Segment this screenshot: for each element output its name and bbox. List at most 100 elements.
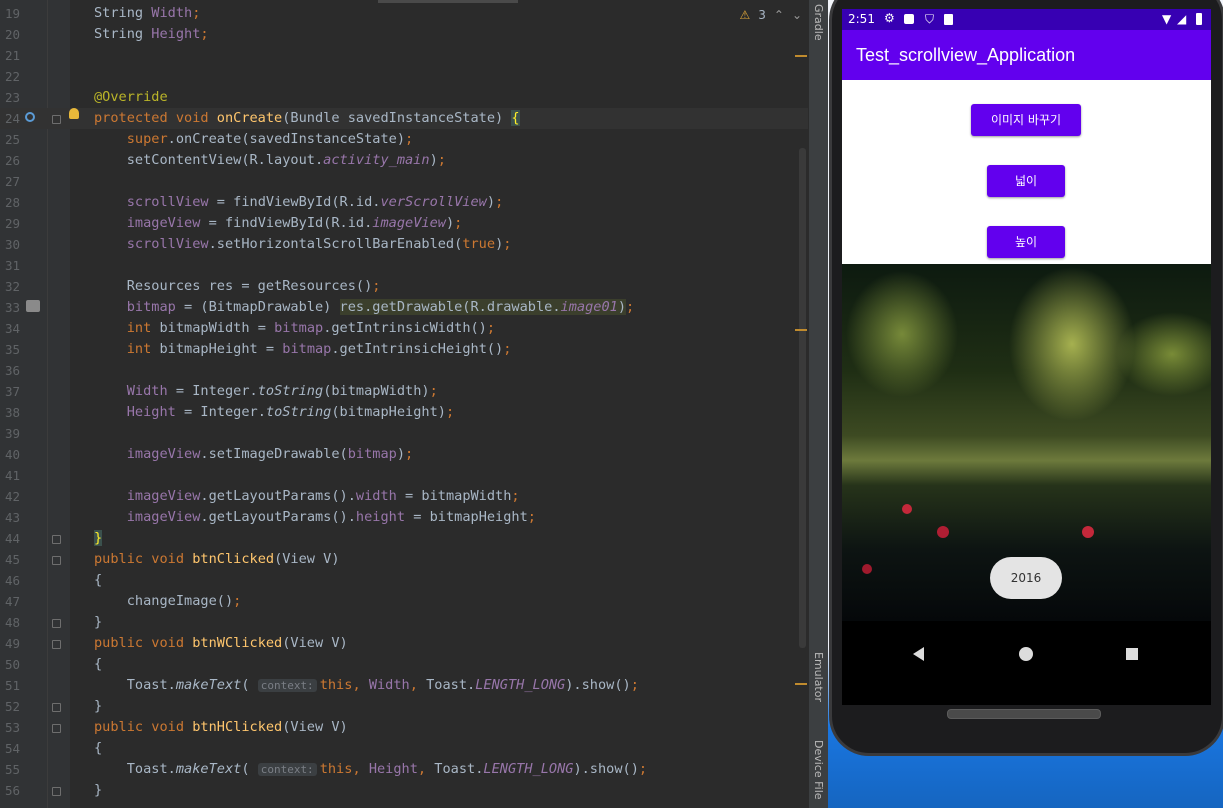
code-line[interactable]: 46 { xyxy=(0,570,808,591)
code-token: , xyxy=(352,677,369,693)
code-token: .getLayoutParams(). xyxy=(200,488,356,504)
device-file-tab[interactable]: Device File xyxy=(812,740,825,800)
intention-bulb-icon[interactable] xyxy=(69,108,79,119)
code-text: scrollView.setHorizontalScrollBarEnabled… xyxy=(94,234,512,255)
code-line[interactable]: 53 public void btnHClicked(View V) xyxy=(0,717,808,738)
previous-highlight-icon[interactable]: ⌃ xyxy=(774,8,784,22)
toast-message: 2016 xyxy=(990,557,1062,599)
emulator-tab[interactable]: Emulator xyxy=(812,652,825,702)
code-line[interactable]: 42 imageView.getLayoutParams().width = b… xyxy=(0,486,808,507)
code-line[interactable]: 52} xyxy=(0,696,808,717)
code-line[interactable]: 31 xyxy=(0,255,808,276)
code-token: makeText xyxy=(175,761,242,777)
code-line[interactable]: 49 public void btnWClicked(View V) xyxy=(0,633,808,654)
line-number: 29 xyxy=(4,216,20,231)
code-line[interactable]: 22 xyxy=(0,66,808,87)
code-line[interactable]: 47 changeImage(); xyxy=(0,591,808,612)
inspection-widget[interactable]: ⚠ 3 ⌃ ⌄ xyxy=(739,8,802,22)
line-number: 27 xyxy=(4,174,20,189)
code-token: ).show() xyxy=(573,761,639,777)
code-line[interactable]: 34 int bitmapWidth = bitmap.getIntrinsic… xyxy=(0,318,808,339)
code-token: ) xyxy=(429,152,438,168)
home-icon[interactable] xyxy=(1013,641,1039,667)
code-line[interactable]: 19 String Width; xyxy=(0,3,808,24)
code-text: @Override xyxy=(94,87,168,108)
code-line[interactable]: 35 int bitmapHeight = bitmap.getIntrinsi… xyxy=(0,339,808,360)
line-number: 35 xyxy=(4,342,20,357)
fold-marker-icon[interactable] xyxy=(52,535,61,544)
code-line[interactable]: 20 String Height; xyxy=(0,24,808,45)
vertical-scrollbar[interactable] xyxy=(799,148,806,648)
code-editor[interactable]: 19 String Width; 20 String Height; 21 22 23 @Ov… xyxy=(0,0,808,808)
code-line[interactable]: 43 imageView.getLayoutParams().height = … xyxy=(0,507,808,528)
code-text: String Width; xyxy=(94,3,200,24)
code-token: ) xyxy=(486,194,496,210)
fold-marker-icon[interactable] xyxy=(52,703,61,712)
code-line[interactable]: 23 @Override xyxy=(0,87,808,108)
line-number: 28 xyxy=(4,195,20,210)
next-highlight-icon[interactable]: ⌄ xyxy=(792,8,802,22)
fold-marker-icon[interactable] xyxy=(52,556,61,565)
code-line[interactable]: 26 setContentView(R.layout.activity_main… xyxy=(0,150,808,171)
code-text: super.onCreate(savedInstanceState); xyxy=(94,129,413,150)
code-line[interactable]: 54 { xyxy=(0,738,808,759)
fold-marker-icon[interactable] xyxy=(52,640,61,649)
code-line[interactable]: 45 public void btnClicked(View V) xyxy=(0,549,808,570)
code-text: Toast.makeText( context: this, Height, To… xyxy=(94,759,647,780)
back-icon[interactable] xyxy=(906,641,932,667)
code-line[interactable]: 56} xyxy=(0,780,808,801)
error-stripe-marker[interactable] xyxy=(795,55,807,57)
height-button[interactable]: 높이 xyxy=(987,226,1065,258)
code-line[interactable]: 55 Toast.makeText( context: this, Height,… xyxy=(0,759,808,780)
code-line[interactable]: 33 bitmap = (BitmapDrawable) res.getDraw… xyxy=(0,297,808,318)
code-token: .getIntrinsicHeight() xyxy=(331,341,504,357)
code-line[interactable]: 41 xyxy=(0,465,808,486)
code-token: .onCreate(savedInstanceState) xyxy=(167,131,406,147)
code-token: Height xyxy=(368,761,418,777)
code-token: LENGTH_LONG xyxy=(475,677,566,693)
line-number: 42 xyxy=(4,489,20,504)
code-line[interactable]: 32 Resources res = getResources(); xyxy=(0,276,808,297)
code-line[interactable]: 39 xyxy=(0,423,808,444)
code-line[interactable]: 25 super.onCreate(savedInstanceState); xyxy=(0,129,808,150)
warning-icon: ⚠ xyxy=(739,8,751,22)
fold-marker-icon[interactable] xyxy=(52,115,61,124)
code-token: ; xyxy=(405,446,414,462)
line-number: 38 xyxy=(4,405,20,420)
code-line[interactable]: 50 { xyxy=(0,654,808,675)
error-stripe-marker[interactable] xyxy=(795,683,807,685)
code-token: (View V) xyxy=(282,719,348,735)
code-line[interactable]: 21 xyxy=(0,45,808,66)
code-text: String Height; xyxy=(94,24,209,45)
code-line[interactable]: 30 scrollView.setHorizontalScrollBarEnab… xyxy=(0,234,808,255)
override-marker-icon[interactable] xyxy=(25,112,35,122)
fold-marker-icon[interactable] xyxy=(52,787,61,796)
fold-marker-icon[interactable] xyxy=(52,724,61,733)
code-token: imageView xyxy=(126,488,201,504)
code-text: Toast.makeText( context: this, Width, Toa… xyxy=(94,675,639,696)
code-text: scrollView = findViewById(R.id.verScroll… xyxy=(94,192,504,213)
code-line[interactable]: 37 Width = Integer.toString(bitmapWidth)… xyxy=(0,381,808,402)
code-line[interactable]: 51 Toast.makeText( context: this, Width, … xyxy=(0,675,808,696)
phone-screen: 2:51 ⚙ ⛉ ▼ ◢ Test_scrollview_Application… xyxy=(842,9,1211,705)
code-token: onCreate xyxy=(216,110,283,126)
overview-icon[interactable] xyxy=(1119,641,1145,667)
error-stripe-marker[interactable] xyxy=(795,329,807,331)
code-line[interactable]: 24 protected void onCreate(Bundle savedIn… xyxy=(0,108,808,129)
gradle-tab[interactable]: Gradle xyxy=(812,4,825,41)
change-image-button[interactable]: 이미지 바꾸기 xyxy=(971,104,1081,136)
code-line[interactable]: 38 Height = Integer.toString(bitmapHeigh… xyxy=(0,402,808,423)
code-line[interactable]: 48} xyxy=(0,612,808,633)
code-line[interactable]: 36 xyxy=(0,360,808,381)
width-button[interactable]: 넓이 xyxy=(987,165,1065,197)
code-line[interactable]: 28 scrollView = findViewById(R.id.verScr… xyxy=(0,192,808,213)
code-line[interactable]: 29 imageView = findViewById(R.id.imageVi… xyxy=(0,213,808,234)
image-preview-icon[interactable] xyxy=(26,300,40,312)
fold-marker-icon[interactable] xyxy=(52,619,61,628)
code-line[interactable]: 27 xyxy=(0,171,808,192)
code-line[interactable]: 44} xyxy=(0,528,808,549)
code-token: , xyxy=(352,761,369,777)
code-line[interactable]: 40 imageView.setImageDrawable(bitmap); xyxy=(0,444,808,465)
